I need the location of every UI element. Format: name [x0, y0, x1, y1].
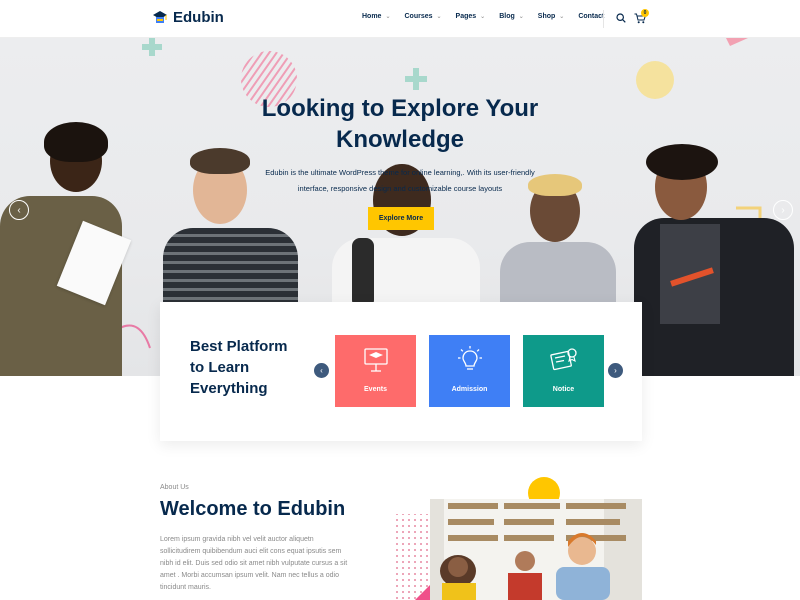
nav-item-home[interactable]: Home ⌄ — [362, 13, 390, 20]
nav-label: Pages — [455, 13, 477, 20]
main-nav: Home ⌄ Courses ⌄ Pages ⌄ Blog ⌄ Shop ⌄ Contac… — [362, 13, 604, 20]
feature-label: Notice — [552, 386, 575, 393]
logo[interactable]: Edubin — [152, 9, 224, 26]
hero-description: Edubin is the ultimate WordPress theme f… — [255, 165, 545, 197]
site-header: Edubin Home ⌄ Courses ⌄ Pages ⌄ Blog ⌄ Shop ⌄… — [0, 0, 800, 38]
feature-admission[interactable]: Admission — [429, 335, 510, 407]
about-image — [430, 499, 642, 600]
feature-label: Admission — [451, 386, 488, 393]
nav-item-contact[interactable]: Contact — [578, 13, 604, 20]
nav-label: Blog — [499, 13, 515, 20]
nav-label: Courses — [404, 13, 433, 20]
platform-title: Best Platform to Learn Everything — [190, 336, 310, 399]
chevron-down-icon: ⌄ — [436, 14, 442, 20]
hero-title-line: Looking to Explore Your — [261, 95, 539, 122]
graduation-cap-logo-icon — [153, 10, 167, 23]
slider-next-button[interactable]: › — [773, 200, 793, 220]
brand-name: Edubin — [173, 9, 224, 26]
chevron-right-icon: › — [781, 204, 785, 216]
hero-title-line: Knowledge — [335, 126, 464, 153]
header-divider — [603, 10, 604, 28]
hero-desc-line: Edubin is the ultimate WordPress theme f… — [265, 168, 535, 177]
cart-count-badge: 0 — [641, 9, 649, 17]
nav-label: Home — [362, 13, 382, 20]
chevron-left-icon: ‹ — [320, 366, 323, 375]
nav-label: Contact — [578, 13, 605, 20]
chevron-down-icon: ⌄ — [480, 14, 486, 20]
platform-card: Best Platform to Learn Everything ‹ Even… — [160, 302, 642, 441]
lightbulb-icon — [457, 346, 482, 370]
search-icon[interactable] — [616, 13, 626, 23]
students-library-photo — [430, 499, 642, 600]
hero-desc-line: interface, responsive design and customi… — [297, 184, 503, 193]
nav-item-pages[interactable]: Pages ⌄ — [456, 13, 486, 20]
features-prev-button[interactable]: ‹ — [314, 363, 329, 378]
explore-more-button[interactable]: Explore More — [368, 207, 434, 230]
chevron-down-icon: ⌄ — [559, 14, 565, 20]
about-title: Welcome to Edubin — [160, 498, 346, 520]
certificate-icon — [549, 348, 577, 371]
chevron-down-icon: ⌄ — [518, 14, 524, 20]
chevron-left-icon: ‹ — [17, 204, 21, 216]
chevron-right-icon: › — [614, 366, 617, 375]
platform-title-line: to Learn — [190, 359, 250, 376]
about-eyebrow: About Us — [160, 484, 189, 491]
chevron-down-icon: ⌄ — [385, 14, 391, 20]
feature-label: Events — [364, 386, 387, 393]
nav-label: Shop — [537, 13, 556, 20]
nav-item-blog[interactable]: Blog ⌄ — [499, 13, 524, 20]
nav-item-courses[interactable]: Courses ⌄ — [404, 13, 441, 20]
about-text: Lorem ipsum gravida nibh vel velit aucto… — [160, 536, 348, 591]
platform-title-line: Everything — [190, 380, 268, 397]
feature-events[interactable]: Events — [335, 335, 416, 407]
hero-title: Looking to Explore Your Knowledge — [200, 93, 600, 155]
feature-notice[interactable]: Notice — [523, 335, 604, 407]
features-next-button[interactable]: › — [608, 363, 623, 378]
nav-item-shop[interactable]: Shop ⌄ — [538, 13, 565, 20]
slider-prev-button[interactable]: ‹ — [9, 200, 29, 220]
platform-title-line: Best Platform — [190, 338, 288, 355]
presentation-icon — [363, 348, 388, 372]
